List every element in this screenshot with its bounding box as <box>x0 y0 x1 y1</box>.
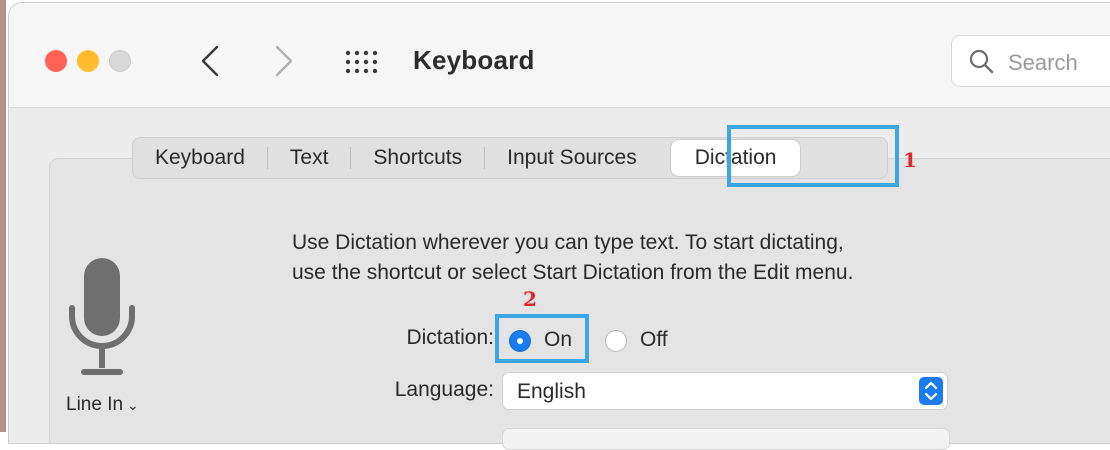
highlight-dictation-on <box>495 314 589 363</box>
chevron-right-icon <box>275 45 293 77</box>
step-1-callout: 1 <box>903 148 917 172</box>
back-button[interactable] <box>197 43 225 79</box>
highlight-dictation-tab <box>727 125 899 187</box>
dictation-description: Use Dictation wherever you can type text… <box>292 228 1032 288</box>
dictation-off-radio[interactable] <box>605 330 627 352</box>
language-value: English <box>517 380 586 403</box>
zoom-window-button[interactable] <box>109 50 131 72</box>
shortcut-field-partial[interactable] <box>502 428 950 450</box>
language-select[interactable]: English <box>502 372 948 410</box>
forward-button[interactable] <box>269 43 297 79</box>
tab-keyboard[interactable]: Keyboard <box>133 138 267 178</box>
mic-source-label: Line In <box>66 394 124 415</box>
grid-icon <box>345 50 378 74</box>
close-window-button[interactable] <box>45 50 67 72</box>
mic-source-popup[interactable]: Line In ⌄ <box>66 394 139 416</box>
up-down-stepper-icon <box>919 377 943 405</box>
chevron-left-icon <box>201 45 219 77</box>
search-field[interactable]: Search <box>951 35 1110 87</box>
desktop-background <box>0 0 6 432</box>
window-title: Keyboard <box>413 45 535 75</box>
dictation-label: Dictation: <box>406 326 494 349</box>
toolbar: Keyboard Search <box>9 3 1110 108</box>
chevron-down-icon: ⌄ <box>127 397 139 413</box>
search-placeholder: Search <box>1008 50 1078 75</box>
minimize-window-button[interactable] <box>77 50 99 72</box>
microphone-icon <box>69 258 135 375</box>
show-all-button[interactable] <box>345 50 379 74</box>
language-label: Language: <box>394 378 494 401</box>
tab-text[interactable]: Text <box>268 138 351 178</box>
tab-input-sources[interactable]: Input Sources <box>485 138 659 178</box>
magnifier-icon <box>969 49 994 74</box>
step-2-callout: 2 <box>523 287 537 311</box>
description-line-1: Use Dictation wherever you can type text… <box>292 231 844 254</box>
description-line-2: use the shortcut or select Start Dictati… <box>292 261 854 284</box>
dictation-off-label[interactable]: Off <box>640 328 668 352</box>
tab-shortcuts[interactable]: Shortcuts <box>351 138 484 178</box>
